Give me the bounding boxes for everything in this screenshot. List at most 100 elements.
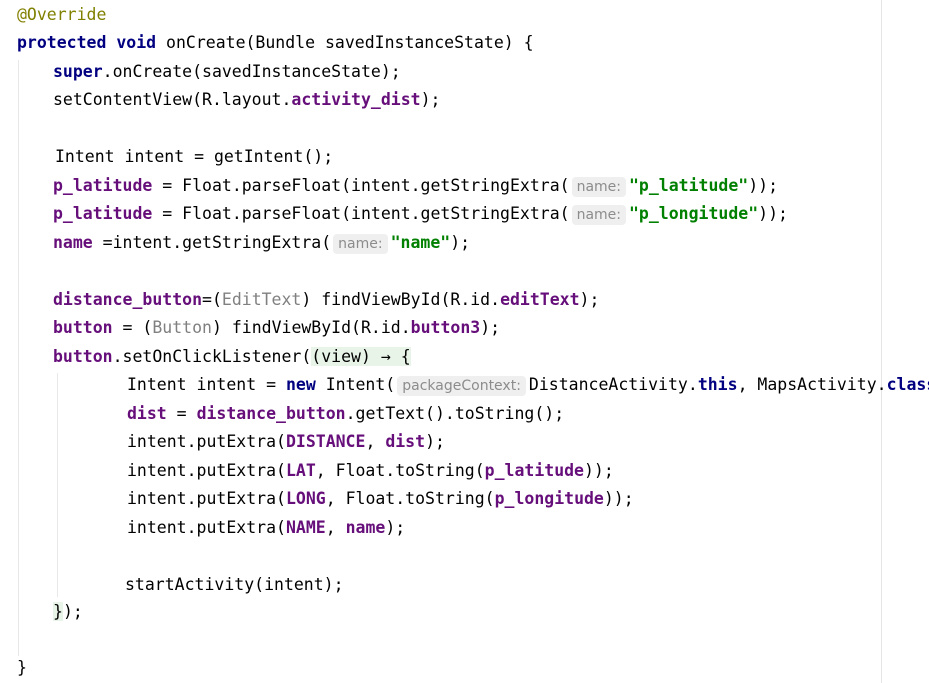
code-line-15: dist = distance_button.getText().toStrin… xyxy=(127,402,564,426)
code-line-4: setContentView(R.layout.activity_dist); xyxy=(53,88,440,112)
code-line-7: p_latitude = Float.parseFloat(intent.get… xyxy=(53,174,778,198)
parameter-hint: packageContext: xyxy=(397,376,526,396)
code-line-6: Intent intent = getIntent(); xyxy=(55,145,333,169)
code-line-24: } xyxy=(17,656,27,680)
code-token: } xyxy=(17,658,27,677)
code-token: ); xyxy=(385,518,406,537)
parameter-hint: name: xyxy=(571,205,626,225)
code-line-8: p_latitude = Float.parseFloat(intent.get… xyxy=(53,202,788,226)
code-token: ) findViewById(R.id. xyxy=(301,290,501,309)
code-token: intent.putExtra( xyxy=(127,489,286,508)
code-token: ); xyxy=(420,90,441,109)
code-line-18: intent.putExtra(LONG, Float.toString(p_l… xyxy=(127,487,634,511)
code-line-14: Intent intent = new Intent(packageContex… xyxy=(127,373,929,397)
code-token: , xyxy=(325,518,346,537)
code-token: = ( xyxy=(112,318,153,337)
field-token: name xyxy=(345,518,386,537)
code-token: =( xyxy=(202,290,222,309)
code-token: )); xyxy=(758,204,788,223)
keyword-token: protected xyxy=(17,33,107,52)
keyword-token: this xyxy=(697,375,738,394)
code-token: , xyxy=(365,432,386,451)
string-literal: "p_latitude" xyxy=(629,176,749,195)
cast-type-token: EditText xyxy=(221,290,302,309)
code-editor[interactable]: @Override protected void onCreate(Bundle… xyxy=(0,0,929,683)
code-line-2: protected void onCreate(Bundle savedInst… xyxy=(17,31,534,55)
annotation-token: @Override xyxy=(17,5,107,24)
keyword-token: void xyxy=(116,33,157,52)
keyword-token: class xyxy=(886,375,929,394)
code-token: ); xyxy=(62,602,83,621)
code-token: DistanceActivity. xyxy=(528,375,698,394)
field-token: LAT xyxy=(285,461,316,480)
code-token: .getText().toString(); xyxy=(345,404,565,423)
code-line-19: intent.putExtra(NAME, name); xyxy=(127,516,405,540)
code-token: =intent.getStringExtra( xyxy=(92,233,332,252)
field-token: p_longitude xyxy=(494,489,604,508)
code-token: .setOnClickListener( xyxy=(112,347,312,366)
code-line-3: super.onCreate(savedInstanceState); xyxy=(53,60,401,84)
field-token: button xyxy=(53,347,113,366)
code-token: startActivity(intent); xyxy=(125,575,344,594)
code-line-11: distance_button=(EditText) findViewById(… xyxy=(53,288,599,312)
code-token: Intent intent = xyxy=(127,375,286,394)
field-token: distance_button xyxy=(196,404,346,423)
field-token: button3 xyxy=(410,318,481,337)
code-token: )); xyxy=(603,489,634,508)
code-token: , MapsActivity. xyxy=(737,375,887,394)
code-token: ); xyxy=(425,432,445,451)
field-token: button xyxy=(53,318,113,337)
code-token: Intent( xyxy=(315,375,396,394)
code-token: intent.putExtra( xyxy=(127,518,286,537)
code-line-1: @Override xyxy=(17,3,106,27)
code-token: = Float.parseFloat(intent.getStringExtra… xyxy=(152,176,570,195)
code-line-22: }); xyxy=(53,600,83,624)
field-token: dist xyxy=(127,404,167,423)
code-token: setContentView(R.layout. xyxy=(53,90,292,109)
code-token: = Float.parseFloat(intent.getStringExtra… xyxy=(152,204,570,223)
closing-brace-token: } xyxy=(53,602,63,621)
code-line-9: name =intent.getStringExtra(name: "name")… xyxy=(53,231,470,255)
code-token: = xyxy=(166,404,197,423)
field-token: p_latitude xyxy=(484,461,584,480)
parameter-hint: name: xyxy=(571,177,626,197)
code-line-17: intent.putExtra(LAT, Float.toString(p_la… xyxy=(127,459,614,483)
right-margin-guide xyxy=(881,0,882,683)
code-token: , Float.toString( xyxy=(315,461,485,480)
code-token: intent.putExtra( xyxy=(127,432,286,451)
code-token: ); xyxy=(450,233,471,252)
code-token: Intent intent = getIntent(); xyxy=(55,147,334,166)
lambda-token: (view) → { xyxy=(311,347,411,366)
code-line-21: startActivity(intent); xyxy=(125,573,344,597)
indent-guide-method xyxy=(18,60,19,656)
code-token: , Float.toString( xyxy=(325,489,495,508)
string-literal: "name" xyxy=(390,233,451,252)
field-token: p_latitude xyxy=(53,204,153,223)
field-token: dist xyxy=(385,432,426,451)
code-line-13: button.setOnClickListener((view) → { xyxy=(53,345,411,369)
code-line-16: intent.putExtra(DISTANCE, dist); xyxy=(127,430,445,454)
code-token: .onCreate(savedInstanceState); xyxy=(102,62,401,81)
code-token: ); xyxy=(480,318,501,337)
field-token: DISTANCE xyxy=(285,432,366,451)
field-token: activity_dist xyxy=(291,90,421,109)
cast-type-token: Button xyxy=(152,318,212,337)
keyword-token: super xyxy=(53,62,103,81)
parameter-hint: name: xyxy=(333,234,388,254)
code-token: ); xyxy=(579,290,600,309)
field-token: p_latitude xyxy=(53,176,153,195)
field-token: NAME xyxy=(285,518,326,537)
code-token: ) findViewById(R.id. xyxy=(211,318,411,337)
code-line-12: button = (Button) findViewById(R.id.butt… xyxy=(53,316,500,340)
indent-guide-lambda xyxy=(57,373,58,597)
code-token: intent.putExtra( xyxy=(127,461,286,480)
field-token: LONG xyxy=(285,489,326,508)
keyword-token: new xyxy=(285,375,316,394)
code-token: )); xyxy=(584,461,614,480)
string-literal: "p_longitude" xyxy=(629,204,759,223)
field-token: editText xyxy=(500,290,580,309)
code-token: )); xyxy=(748,176,779,195)
code-token: onCreate(Bundle savedInstanceState) { xyxy=(156,33,534,52)
field-token: name xyxy=(53,233,93,252)
